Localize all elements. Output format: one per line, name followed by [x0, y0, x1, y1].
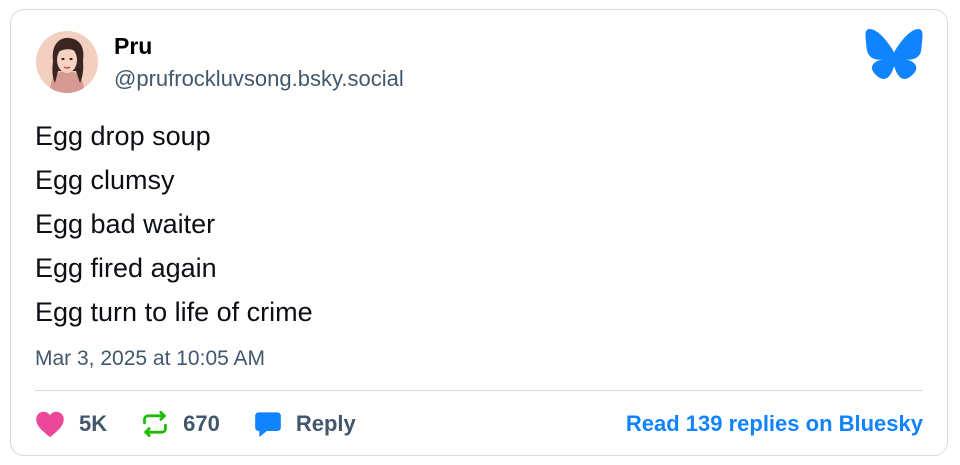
post-line: Egg fired again — [35, 253, 217, 283]
reply-bubble-icon — [255, 412, 281, 437]
heart-icon — [36, 411, 64, 438]
reply-label: Reply — [295, 411, 356, 436]
post-card: Pru @prufrockluvsong.bsky.social Egg dro… — [10, 9, 948, 456]
like-button[interactable]: 5K — [35, 408, 107, 440]
post-line: Egg bad waiter — [35, 209, 216, 239]
repost-button[interactable]: 670 — [141, 408, 220, 440]
like-count: 5K — [79, 411, 108, 436]
post-line: Egg turn to life of crime — [35, 297, 313, 327]
avatar[interactable] — [36, 31, 98, 93]
read-replies-link[interactable]: Read 139 replies on Bluesky — [626, 408, 923, 440]
author-handle[interactable]: @prufrockluvsong.bsky.social — [114, 65, 404, 93]
action-bar: 5K 670 Reply — [35, 408, 390, 440]
bluesky-butterfly-icon[interactable] — [864, 28, 924, 80]
post-line: Egg drop soup — [35, 121, 211, 151]
reply-button[interactable]: Reply — [254, 408, 356, 440]
divider — [35, 390, 923, 391]
repost-icon — [143, 410, 168, 438]
portrait-avatar-icon — [36, 31, 98, 93]
post-text: Egg drop soup Egg clumsy Egg bad waiter … — [35, 114, 313, 334]
repost-count: 670 — [183, 411, 220, 436]
post-line: Egg clumsy — [35, 165, 175, 195]
post-timestamp[interactable]: Mar 3, 2025 at 10:05 AM — [35, 346, 265, 372]
author-display-name[interactable]: Pru — [114, 32, 152, 60]
